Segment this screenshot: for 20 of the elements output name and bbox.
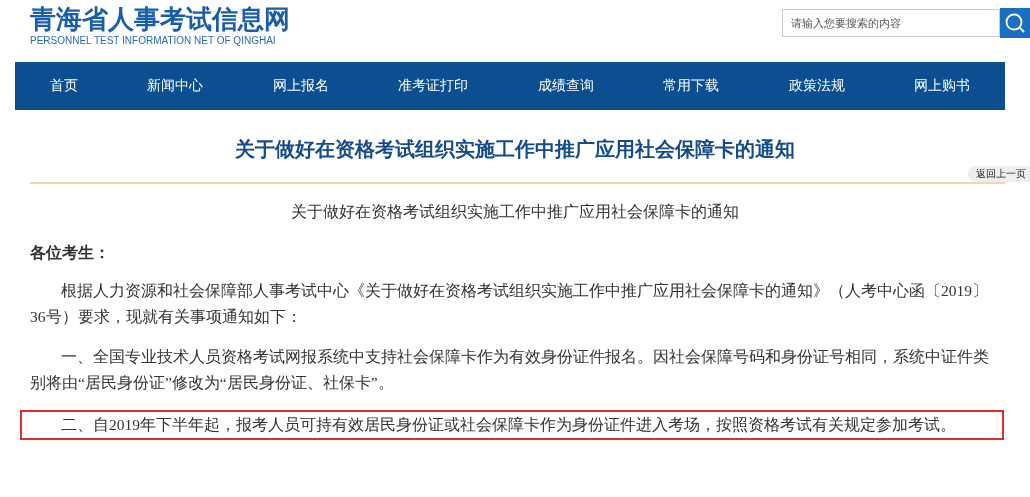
nav-item[interactable]: 常用下载 bbox=[663, 77, 720, 95]
nav-item[interactable]: 准考证打印 bbox=[398, 77, 469, 95]
nav-item[interactable]: 网上报名 bbox=[272, 77, 329, 95]
search-icon bbox=[1004, 12, 1026, 34]
search-button[interactable] bbox=[1000, 8, 1030, 38]
nav-item[interactable]: 成绩查询 bbox=[537, 77, 594, 95]
nav-item[interactable]: 网上购书 bbox=[914, 77, 971, 95]
paragraph: 二、自2019年下半年起，报考人员可持有效居民身份证或社会保障卡作为身份证件进入考场，按照资格考试有关规定参加考试。 bbox=[22, 412, 1002, 438]
nav-item[interactable]: 首页 bbox=[49, 77, 78, 95]
paragraph: 根据人力资源和社会保障部人事考试中心《关于做好在资格考试组织实施工作中推广应用社会保障卡的通知》（人考中心函〔2019〕36号）要求，现就有关事项通知如下： bbox=[29, 281, 989, 327]
site-title: 青海省人事考试信息网 bbox=[30, 4, 290, 34]
site-subtitle: PERSONNEL TEST INFORMATION NET OF QINGHAI bbox=[30, 34, 277, 48]
search-field[interactable]: 请输入您要搜索的内容 bbox=[782, 9, 1000, 37]
nav-item[interactable]: 政策法规 bbox=[788, 77, 845, 95]
article-heading: 关于做好在资格考试组织实施工作中推广应用社会保障卡的通知 bbox=[290, 202, 740, 222]
article-title: 关于做好在资格考试组织实施工作中推广应用社会保障卡的通知 bbox=[234, 136, 796, 162]
back-button[interactable]: 返回上一页 bbox=[968, 166, 1030, 182]
paragraph: 一、全国专业技术人员资格考试网报系统中支持社会保障卡作为有效身份证件报名。因社会保障号码和身份证号相同，系统中证件类别将由“居民身份证”修改为“居民身份证、社保卡”。 bbox=[29, 347, 990, 393]
salutation: 各位考生： bbox=[30, 243, 111, 263]
nav-item[interactable]: 新闻中心 bbox=[147, 77, 204, 95]
